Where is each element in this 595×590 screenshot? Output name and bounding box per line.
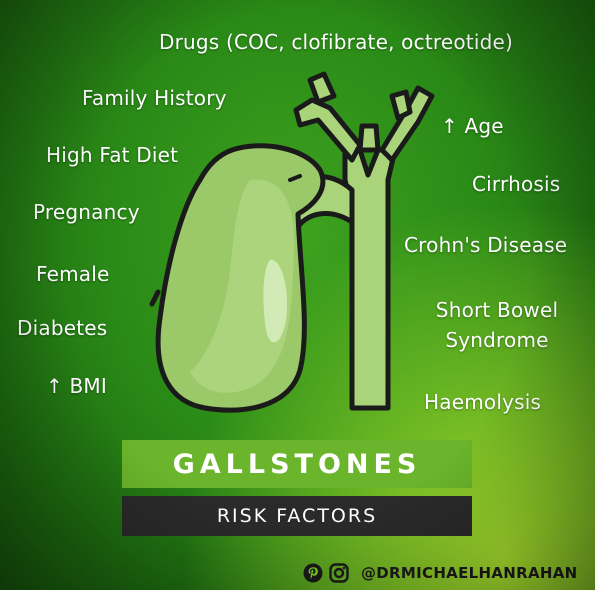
title-banner: GALLSTONES bbox=[122, 440, 472, 488]
gallbladder-edge-accent bbox=[149, 289, 161, 307]
social-handle[interactable]: @DRMICHAELHANRAHAN bbox=[361, 564, 577, 582]
infographic: Drugs (COC, clofibrate, octreotide) Fami… bbox=[0, 0, 595, 590]
pinterest-icon[interactable] bbox=[303, 563, 323, 583]
subtitle-banner: RISK FACTORS bbox=[122, 496, 472, 536]
footer: @DRMICHAELHANRAHAN bbox=[303, 562, 577, 584]
title: GALLSTONES bbox=[172, 448, 422, 480]
biliary-duct-tree bbox=[293, 71, 435, 411]
subtitle: RISK FACTORS bbox=[216, 505, 378, 527]
instagram-icon[interactable] bbox=[329, 563, 349, 583]
